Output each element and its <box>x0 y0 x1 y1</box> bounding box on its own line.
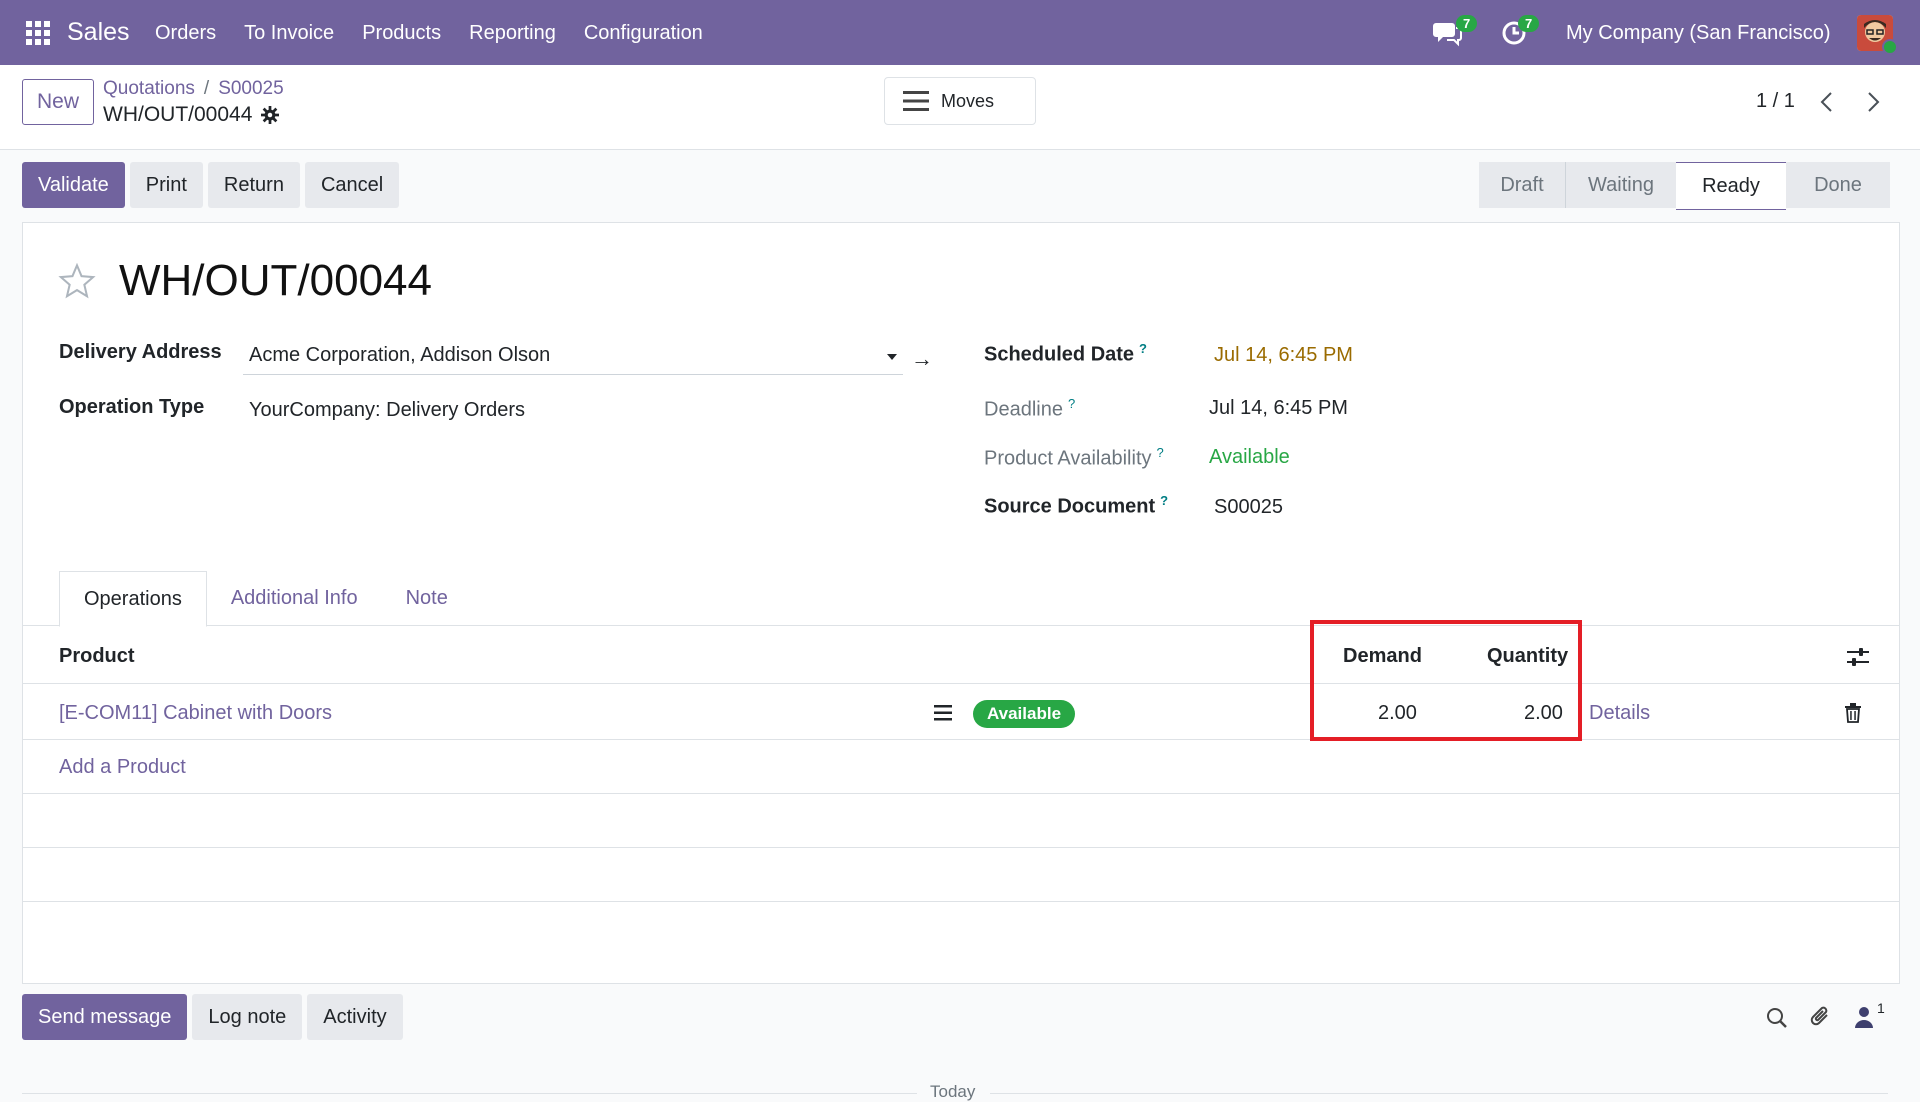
row-divider <box>23 739 1899 740</box>
pager-value[interactable]: 1 / 1 <box>1756 90 1795 113</box>
today-separator: Today <box>930 1082 976 1101</box>
source-document-label: Source Document? <box>984 493 1168 519</box>
cancel-button[interactable]: Cancel <box>304 162 400 208</box>
chevron-left-icon[interactable] <box>1818 91 1836 113</box>
help-tooltip-icon[interactable]: ? <box>1068 396 1075 411</box>
tab-note[interactable]: Note <box>382 571 472 625</box>
stage-draft[interactable]: Draft <box>1479 162 1565 208</box>
row-product[interactable]: [E-COM11] Cabinet with Doors <box>59 702 332 725</box>
internal-link-arrow-icon[interactable]: → <box>911 346 933 372</box>
stage-waiting[interactable]: Waiting <box>1565 162 1676 208</box>
messages-count-badge: 7 <box>1456 15 1478 32</box>
availability-label: Product Availability? <box>984 445 1164 471</box>
scheduled-date-label: Scheduled Date? <box>984 341 1147 367</box>
caret-down-icon[interactable] <box>887 354 897 360</box>
search-icon[interactable] <box>1766 1007 1788 1029</box>
tab-additional-info[interactable]: Additional Info <box>207 571 382 625</box>
scheduled-date-label-text: Scheduled Date <box>984 343 1135 366</box>
delivery-address-label: Delivery Address <box>59 341 222 363</box>
moves-smart-button[interactable]: Moves <box>884 77 1036 125</box>
demand-quantity-highlight <box>1310 620 1582 741</box>
control-panel: New Quotations / S00025 WH/OUT/00044 Moves… <box>0 65 1920 150</box>
paperclip-icon[interactable] <box>1810 1005 1832 1029</box>
help-tooltip-icon[interactable]: ? <box>1139 341 1147 356</box>
add-product-link[interactable]: Add a Product <box>59 756 186 779</box>
list-icon <box>903 91 929 111</box>
action-buttons: Validate Print Return Cancel <box>22 162 400 208</box>
form-sheet: WH/OUT/00044 Delivery Address Acme Corpo… <box>22 222 1900 984</box>
row-divider <box>23 793 1899 794</box>
record-title-text: WH/OUT/00044 <box>103 103 253 126</box>
status-bar: Draft Waiting Ready Done <box>1479 162 1890 210</box>
stage-ready[interactable]: Ready <box>1676 162 1786 210</box>
menu-to-invoice[interactable]: To Invoice <box>244 22 334 45</box>
scheduled-date-value[interactable]: Jul 14, 6:45 PM <box>1214 344 1353 367</box>
row-divider <box>23 901 1899 902</box>
delivery-address-value: Acme Corporation, Addison Olson <box>249 344 551 366</box>
followers-icon[interactable] <box>1855 1006 1873 1028</box>
breadcrumb: Quotations / S00025 <box>103 78 284 99</box>
record-name: WH/OUT/00044 <box>119 256 432 305</box>
star-icon[interactable] <box>58 263 96 299</box>
stage-done[interactable]: Done <box>1786 162 1890 208</box>
table-header-divider <box>23 683 1899 684</box>
column-header-product[interactable]: Product <box>59 645 135 668</box>
activities-count-badge: 7 <box>1518 15 1540 32</box>
chatter-buttons: Send message Log note Activity <box>22 994 403 1040</box>
menu-products[interactable]: Products <box>362 22 441 45</box>
help-tooltip-icon[interactable]: ? <box>1160 493 1168 508</box>
chevron-right-icon[interactable] <box>1864 91 1882 113</box>
source-document-label-text: Source Document <box>984 495 1156 518</box>
moves-label: Moves <box>941 90 995 111</box>
send-message-button[interactable]: Send message <box>22 994 188 1040</box>
row-divider <box>23 847 1899 848</box>
operation-type-label: Operation Type <box>59 396 205 418</box>
deadline-label: Deadline? <box>984 396 1075 422</box>
row-details-link[interactable]: Details <box>1589 702 1650 725</box>
trash-icon[interactable] <box>1845 703 1861 723</box>
availability-value: Available <box>1209 446 1290 468</box>
divider-line <box>990 1093 1888 1094</box>
company-switcher[interactable]: My Company (San Francisco) <box>1566 22 1831 45</box>
menu-configuration[interactable]: Configuration <box>584 22 703 45</box>
menu-orders[interactable]: Orders <box>155 22 216 45</box>
deadline-value: Jul 14, 6:45 PM <box>1209 397 1348 419</box>
source-document-value[interactable]: S00025 <box>1214 496 1283 519</box>
status-badge: Available <box>973 700 1076 728</box>
return-button[interactable]: Return <box>207 162 300 208</box>
apps-grid-icon[interactable] <box>26 21 50 45</box>
main-menu: Orders To Invoice Products Reporting Con… <box>155 22 703 45</box>
new-button[interactable]: New <box>22 79 94 125</box>
followers-count: 1 <box>1877 1000 1885 1016</box>
help-tooltip-icon[interactable]: ? <box>1157 445 1164 460</box>
breadcrumb-order[interactable]: S00025 <box>218 78 284 99</box>
app-name[interactable]: Sales <box>67 18 130 47</box>
breadcrumb-quotations[interactable]: Quotations <box>103 78 195 99</box>
notebook-tabs: Operations Additional Info Note <box>59 571 472 627</box>
availability-label-text: Product Availability <box>984 447 1152 470</box>
tab-operations[interactable]: Operations <box>59 571 207 627</box>
record-title: WH/OUT/00044 <box>103 103 280 127</box>
activity-button[interactable]: Activity <box>307 994 403 1040</box>
operation-type-value[interactable]: YourCompany: Delivery Orders <box>249 399 525 422</box>
optional-columns-icon[interactable] <box>1847 647 1869 667</box>
gear-icon[interactable] <box>261 106 280 124</box>
menu-reporting[interactable]: Reporting <box>469 22 556 45</box>
divider-line <box>22 1093 917 1094</box>
log-note-button[interactable]: Log note <box>192 994 303 1040</box>
top-navbar: Sales Orders To Invoice Products Reporti… <box>0 0 1920 65</box>
online-status-dot <box>1882 39 1898 55</box>
print-button[interactable]: Print <box>129 162 203 208</box>
list-icon[interactable] <box>934 705 952 721</box>
validate-button[interactable]: Validate <box>22 162 125 208</box>
deadline-label-text: Deadline <box>984 398 1063 421</box>
